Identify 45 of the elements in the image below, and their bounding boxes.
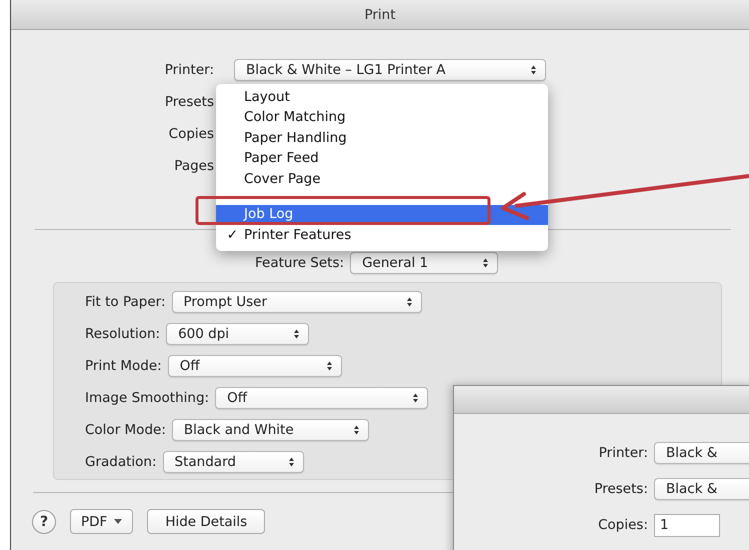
hide-details-button[interactable]: Hide Details <box>147 509 266 534</box>
menu-item[interactable]: Paper Handling <box>216 128 548 148</box>
input-field[interactable]: 1 <box>654 514 720 536</box>
field-label: Printer: <box>164 62 214 78</box>
field-label: Presets <box>164 94 214 110</box>
field-label: Feature Sets: <box>255 255 344 271</box>
popup-button[interactable]: Black & <box>654 478 749 500</box>
popup-button[interactable]: Off <box>168 354 342 376</box>
menu-item[interactable]: ✓ Printer Features <box>216 225 548 246</box>
field-label: Gradation: <box>85 454 157 470</box>
field-label: Copies <box>168 126 214 142</box>
field-label: Resolution: <box>85 326 160 342</box>
menu-item[interactable]: Color Matching <box>216 108 548 128</box>
field-label: Fit to Paper: <box>85 294 166 310</box>
field-label: Print Mode: <box>85 358 162 374</box>
popup-button[interactable]: 600 dpi <box>166 322 310 344</box>
field-label: Image Smoothing: <box>85 390 210 406</box>
field-label: Printer: <box>598 445 648 461</box>
window-title: Print <box>364 6 396 22</box>
updown-arrows-icon <box>288 456 295 468</box>
field-label: Presets: <box>593 481 648 497</box>
help-button[interactable]: ? <box>32 510 56 534</box>
field-label: Color Mode: <box>85 422 166 438</box>
updown-arrows-icon <box>530 64 537 76</box>
pdf-button[interactable]: PDF <box>70 509 134 534</box>
caret-icon <box>114 518 122 524</box>
checkmark-icon: ✓ <box>216 228 244 243</box>
updown-arrows-icon <box>352 424 360 436</box>
updown-arrows-icon <box>482 257 490 269</box>
updown-arrows-icon <box>412 392 420 404</box>
menu-item[interactable]: Cover Page <box>216 169 548 190</box>
menu-item[interactable]: Paper Feed <box>216 148 548 169</box>
popup-button[interactable]: Black & White – LG1 Printer A <box>234 59 546 81</box>
updown-arrows-icon <box>293 328 300 340</box>
popup-button[interactable]: General 1 <box>350 252 498 274</box>
popup-button[interactable]: Prompt User <box>172 290 422 312</box>
popup-button[interactable]: Black and White <box>172 418 369 440</box>
menu-item[interactable]: Layout <box>216 87 548 108</box>
field-label: Copies: <box>597 517 648 533</box>
popup-button[interactable]: Black & <box>654 442 749 464</box>
popup-button[interactable]: Standard <box>162 450 304 472</box>
field-label: Pages <box>174 158 214 174</box>
updown-arrows-icon <box>406 296 413 308</box>
updown-arrows-icon <box>326 360 333 372</box>
popup-button[interactable]: Off <box>215 386 428 408</box>
